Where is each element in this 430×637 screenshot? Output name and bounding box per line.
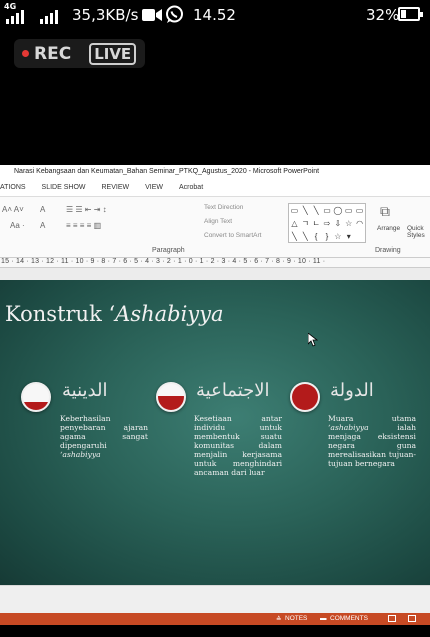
item-description[interactable]: Keberhasilan penyebaran ajaran agama san…: [60, 414, 148, 459]
slide-bottom-area: [0, 585, 430, 613]
notes-button[interactable]: NOTES: [285, 615, 307, 622]
notes-icon[interactable]: ≙: [276, 615, 281, 623]
screen-recorder-controls[interactable]: REC LIVE: [14, 39, 145, 68]
arrange-icon[interactable]: ⧉: [380, 203, 390, 220]
convert-smartart-button[interactable]: Convert to SmartArt: [204, 232, 261, 239]
comments-icon[interactable]: ▬: [320, 615, 327, 622]
ribbon: A˄ A˅ A Aa · A ☰ ☰ ⇤ ⇥ ↕ ≡ ≡ ≡ ≡ ▥ Text …: [0, 196, 430, 258]
slide-pane-gap: [0, 268, 430, 280]
live-button[interactable]: LIVE: [89, 42, 137, 65]
battery-percent: 32%: [366, 6, 400, 24]
circle-fill: [23, 402, 49, 410]
slide-sorter-icon[interactable]: [408, 615, 416, 622]
signal-icon: [6, 8, 24, 24]
item-heading-arabic[interactable]: الدولة: [330, 380, 374, 401]
level-circle-icon: [21, 382, 51, 412]
level-circle-icon: [156, 382, 186, 412]
ribbon-tabs: ATIONS SLIDE SHOW REVIEW VIEW Acrobat: [0, 182, 430, 196]
network-speed: 35,3KB/s: [72, 6, 139, 24]
item-text-italic: ‘ashabiyya: [328, 423, 369, 432]
tab-view[interactable]: VIEW: [145, 182, 163, 196]
circle-fill: [158, 395, 184, 410]
battery-icon: [398, 7, 423, 21]
tab-animations[interactable]: ATIONS: [0, 182, 26, 196]
slide-title-text: Konstruk ‘: [5, 302, 116, 326]
item-description[interactable]: Muara utama ‘ashabiyya ialah menjaga eks…: [328, 414, 416, 468]
item-description[interactable]: Kesetiaan antar individu untuk membentuk…: [194, 414, 282, 477]
item-heading-arabic[interactable]: الاجتماعية: [196, 380, 270, 401]
align-text-button[interactable]: Align Text: [204, 218, 232, 225]
tab-slide-show[interactable]: SLIDE SHOW: [42, 182, 86, 196]
paragraph-group-label: Paragraph: [152, 247, 185, 254]
align-icon[interactable]: ≡ ≡ ≡ ≡ ▥: [66, 221, 101, 230]
powerpoint-status-bar: ≙ NOTES ▬ COMMENTS: [0, 613, 430, 625]
clear-format-icon[interactable]: A: [40, 205, 45, 214]
mouse-cursor-icon: [308, 333, 318, 347]
shapes-gallery[interactable]: ▭ ╲ ╲ ▭ ◯ ▭ ▭ △ ㄱㄴ ⇨ ⇩ ☆ ◠ ╲ ╲{} ☆ ▾: [288, 203, 366, 243]
slide-canvas[interactable]: Konstruk ‘Ashabiyya الدينية Keberhasilan…: [0, 280, 430, 585]
clock: 14.52: [193, 6, 236, 24]
font-size-icon[interactable]: A˄ A˅: [2, 205, 24, 214]
powerpoint-window: Narasi Kebangsaan dan Keumatan_Bahan Sem…: [0, 165, 430, 637]
horizontal-ruler: 15 · 14 · 13 · 12 · 11 · 10 · 9 · 8 · 7 …: [0, 258, 430, 268]
status-bar: 4G 35,3KB/s 14.52 32%: [0, 0, 430, 32]
window-title: Narasi Kebangsaan dan Keumatan_Bahan Sem…: [0, 165, 430, 182]
slide-title-italic: Ashabiyya: [115, 302, 224, 326]
drawing-group-label: Drawing: [375, 247, 401, 254]
navigation-bar: [0, 625, 430, 637]
whatsapp-icon: [166, 5, 183, 23]
font-color-icon[interactable]: A: [40, 221, 45, 230]
text-direction-button[interactable]: Text Direction: [204, 204, 243, 211]
record-dot-icon: [22, 50, 29, 57]
font-color-icon[interactable]: Aa ·: [10, 221, 25, 230]
signal-icon: [40, 8, 58, 24]
item-text-italic: ‘ashabiyya: [60, 450, 101, 459]
tab-review[interactable]: REVIEW: [102, 182, 130, 196]
circle-fill: [292, 384, 318, 410]
item-text: Keberhasilan penyebaran ajaran agama san…: [60, 414, 148, 450]
item-heading-arabic[interactable]: الدينية: [62, 380, 107, 401]
rec-label[interactable]: REC: [34, 44, 71, 64]
item-text: Muara utama: [328, 414, 416, 423]
quick-styles-button[interactable]: Quick Styles: [407, 225, 430, 239]
level-circle-icon: [290, 382, 320, 412]
normal-view-icon[interactable]: [388, 615, 396, 622]
slide-title[interactable]: Konstruk ‘Ashabiyya: [5, 302, 224, 326]
comments-button[interactable]: COMMENTS: [330, 615, 368, 622]
bullets-icon[interactable]: ☰ ☰ ⇤ ⇥ ↕: [66, 205, 107, 214]
item-text: Kesetiaan antar individu untuk membentuk…: [194, 414, 282, 477]
arrange-button[interactable]: Arrange: [377, 225, 400, 232]
video-camera-icon: [142, 9, 162, 21]
tab-acrobat[interactable]: Acrobat: [179, 182, 203, 196]
